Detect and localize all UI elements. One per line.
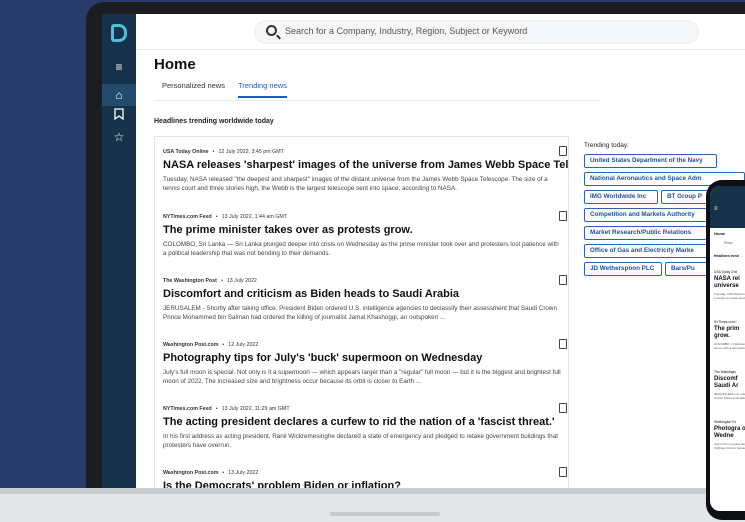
article-snippet: JERUSALEM - Shortly after taking office,…	[163, 305, 557, 321]
article-headline[interactable]: Is the Democrats' problem Biden or infla…	[163, 480, 563, 488]
sidebar: ≡ ⌂ ☆	[102, 14, 136, 488]
phone-page-title: Home	[714, 231, 726, 236]
phone-article-headline[interactable]: NASA rel universe	[714, 276, 745, 289]
trending-chip[interactable]: IMG Worldwide Inc	[584, 190, 658, 204]
article-date: 13 July 2022	[228, 470, 259, 476]
phone-tab[interactable]: Perso	[724, 241, 733, 245]
bookmark-icon[interactable]	[559, 339, 567, 349]
star-icon[interactable]: ☆	[112, 130, 126, 144]
article-source: Washington Post.com	[163, 470, 219, 476]
article-source: The Washington Post	[163, 278, 217, 284]
article-headline[interactable]: The prime minister takes over as protest…	[163, 224, 563, 236]
tab-trending-news[interactable]: Trending news	[238, 81, 287, 98]
menu-icon[interactable]: ≡	[112, 60, 126, 74]
article-date: 13 July 2022	[226, 278, 257, 284]
phone-article-snippet: JERUSALEM U.S. intellige Crown Prince jo…	[714, 392, 745, 400]
app-window: ≡ ⌂ ☆ Search for a Company, Industry, Re…	[102, 14, 745, 488]
phone-article-headline[interactable]: The prim grow.	[714, 326, 745, 339]
article-date: 12 July 2022	[228, 342, 259, 348]
phone-article-snippet: Tuesday, NAS distant unive of a tennis c…	[714, 292, 745, 300]
phone-article-source: The Washingto	[714, 370, 737, 374]
news-article[interactable]: NYTimes.com Feed • 13 July 2022, 11:29 am …	[163, 403, 567, 450]
section-subtitle: Headlines trending worldwide today	[154, 118, 274, 125]
article-date: 13 July 2022, 1:44 am GMT	[221, 214, 288, 220]
news-article[interactable]: USA Today Online • 12 July 2022, 3:45 pm G…	[163, 146, 568, 193]
bookmark-icon[interactable]	[559, 275, 567, 285]
bookmark-icon[interactable]	[112, 108, 126, 122]
phone-article-headline[interactable]: Photogra on Wedne	[714, 426, 745, 439]
phone-article-headline[interactable]: Discomf Saudi Ar	[714, 376, 745, 389]
news-article[interactable]: Washington Post.com • 13 July 2022 Is the …	[163, 467, 567, 488]
news-article[interactable]: Washington Post.com • 12 July 2022 Photogr…	[163, 339, 567, 386]
article-source: USA Today Online	[163, 149, 209, 155]
phone-article-source: NYTimes.com f	[714, 320, 737, 324]
article-source: NYTimes.com Feed	[163, 406, 212, 412]
trending-chip[interactable]: JD Wetherspoon PLC	[584, 262, 662, 276]
tab-personalized-news[interactable]: Personalized news	[162, 81, 225, 98]
phone-screen: ≡ Home Perso Headlines trend USA Today O…	[710, 186, 745, 511]
page-title: Home	[154, 56, 196, 73]
article-source: NYTimes.com Feed	[163, 214, 212, 220]
laptop-hinge	[0, 488, 745, 494]
bookmark-icon[interactable]	[559, 211, 567, 221]
article-headline[interactable]: Photography tips for July's 'buck' super…	[163, 352, 563, 364]
article-source: Washington Post.com	[163, 342, 219, 348]
article-headline[interactable]: NASA releases 'sharpest' images of the u…	[163, 159, 568, 171]
laptop-notch	[330, 512, 440, 516]
phone-article-source: Washington Po	[714, 420, 737, 424]
phone-article-source: USA Today Onli	[714, 270, 738, 274]
article-snippet: COLOMBO, Sri Lanka — Sri Lanka plunged d…	[163, 241, 559, 257]
phone-header: ≡	[710, 186, 745, 228]
search-placeholder: Search for a Company, Industry, Region, …	[285, 26, 528, 36]
bookmark-icon[interactable]	[559, 467, 567, 477]
news-feed: USA Today Online • 12 July 2022, 3:45 pm G…	[154, 136, 569, 488]
top-bar: Search for a Company, Industry, Region, …	[136, 14, 745, 50]
phone-article-snippet: COLOMBO, S Wednesday a tience with a dem…	[714, 342, 745, 350]
phone-article-snippet: July's full mo pears larger t brightest …	[714, 442, 745, 450]
search-input[interactable]: Search for a Company, Industry, Region, …	[254, 20, 699, 44]
article-headline[interactable]: Discomfort and criticism as Biden heads …	[163, 288, 563, 300]
article-snippet: July's full moon is special. Not only is…	[163, 369, 561, 385]
article-date: 12 July 2022, 3:45 pm GMT	[218, 149, 284, 155]
phone-subhead: Headlines trend	[714, 254, 739, 258]
tab-divider	[154, 100, 599, 101]
trending-chip[interactable]: Market Research/Public Relations	[584, 226, 714, 240]
article-headline[interactable]: The acting president declares a curfew t…	[163, 416, 563, 428]
article-snippet: Tuesday, NASA released "the deepest and …	[163, 176, 548, 192]
phone-menu-icon[interactable]: ≡	[714, 206, 718, 212]
news-article[interactable]: NYTimes.com Feed • 13 July 2022, 1:44 am G…	[163, 211, 567, 258]
trending-title: Trending today:	[584, 142, 629, 149]
trending-chip[interactable]: United States Department of the Navy	[584, 154, 717, 168]
article-date: 13 July 2022, 11:29 am GMT	[221, 406, 290, 412]
home-icon[interactable]: ⌂	[112, 88, 126, 102]
bookmark-icon[interactable]	[559, 403, 567, 413]
article-snippet: In his first address as acting president…	[163, 433, 558, 449]
logo-icon	[111, 24, 127, 42]
news-article[interactable]: The Washington Post • 13 July 2022 Discomf…	[163, 275, 567, 322]
bookmark-icon[interactable]	[559, 146, 567, 156]
search-icon	[266, 25, 277, 36]
